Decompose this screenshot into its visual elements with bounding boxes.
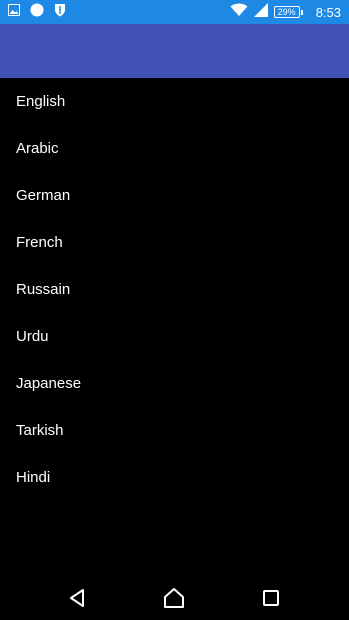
language-item-tarkish[interactable]: Tarkish: [0, 407, 349, 454]
language-item-urdu[interactable]: Urdu: [0, 313, 349, 360]
battery-percent: 29%: [273, 6, 300, 18]
image-icon: [8, 3, 20, 21]
battery-icon: 29%: [273, 5, 304, 19]
app-toolbar: [0, 24, 349, 78]
language-item-russain[interactable]: Russain: [0, 266, 349, 313]
status-left-icons: [8, 3, 66, 22]
language-item-german[interactable]: German: [0, 172, 349, 219]
status-right-icons: 29% 8:53: [230, 2, 341, 22]
language-item-arabic[interactable]: Arabic: [0, 125, 349, 172]
circle-icon: [30, 3, 44, 22]
wifi-icon: [230, 3, 248, 22]
language-item-english[interactable]: English: [0, 78, 349, 125]
shield-icon: [54, 3, 66, 22]
language-item-french[interactable]: French: [0, 219, 349, 266]
home-icon[interactable]: [162, 586, 186, 610]
status-time: 8:53: [315, 4, 341, 20]
status-bar: 29% 8:53: [0, 0, 349, 24]
battery-tip: [300, 9, 303, 15]
signal-icon: [253, 2, 268, 22]
language-item-japanese[interactable]: Japanese: [0, 360, 349, 407]
navigation-bar: [0, 574, 349, 620]
language-item-hindi[interactable]: Hindi: [0, 454, 349, 501]
back-icon[interactable]: [66, 586, 90, 610]
recent-apps-icon[interactable]: [259, 586, 283, 610]
language-list: English Arabic German French Russain Urd…: [0, 78, 349, 501]
